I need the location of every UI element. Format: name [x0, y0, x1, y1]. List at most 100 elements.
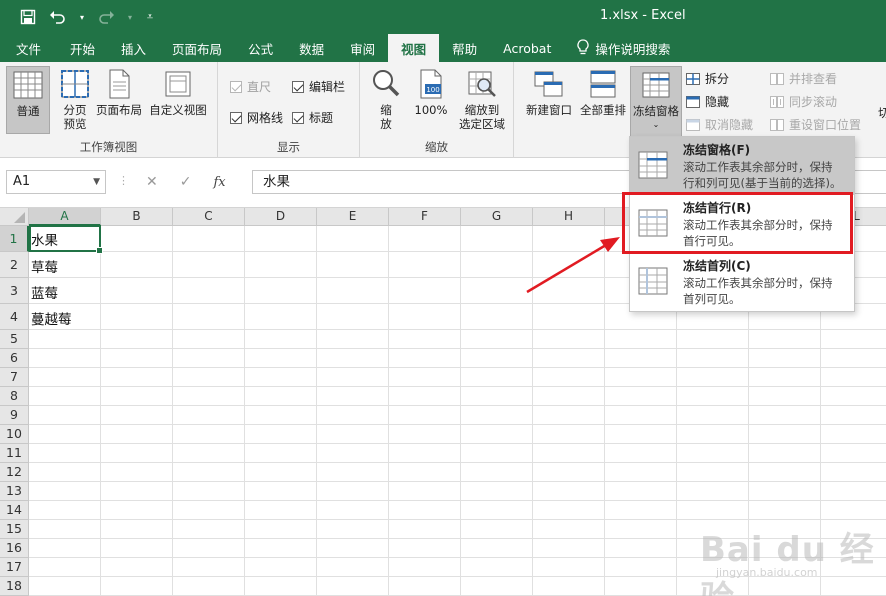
custom-views-button[interactable]: 自定义视图 [147, 66, 209, 132]
select-all-corner[interactable] [0, 208, 29, 226]
tab-formulas[interactable]: 公式 [235, 34, 286, 62]
name-box[interactable]: A1 ▼ [6, 170, 106, 194]
row-header-10[interactable]: 10 [0, 425, 29, 444]
new-window-button[interactable]: 新建窗口 [522, 66, 576, 132]
group-show: 直尺 编辑栏 网格线 标题 显示 [218, 62, 360, 158]
active-cell-border [29, 225, 103, 254]
grid-vline [316, 226, 317, 596]
reset-position-icon [770, 118, 784, 131]
window-title: 1.xlsx - Excel [600, 8, 686, 23]
menu-item-freeze-panes[interactable]: 冻结窗格(F) 滚动工作表其余部分时，保持 行和列可见(基于当前的选择)。 [630, 137, 854, 195]
new-window-icon [534, 71, 563, 97]
tab-help[interactable]: 帮助 [439, 34, 490, 62]
column-header-B[interactable]: B [101, 208, 173, 226]
tab-data[interactable]: 数据 [286, 34, 337, 62]
grid-vline [532, 226, 533, 596]
row-header-4[interactable]: 4 [0, 304, 29, 330]
tell-me-label: 操作说明搜索 [595, 41, 671, 57]
freeze-panes-desc-2: 行和列可见(基于当前的选择)。 [683, 176, 842, 190]
zoom-button[interactable]: 缩 放 [366, 66, 406, 132]
row-header-18[interactable]: 18 [0, 577, 29, 596]
zoom-label-2: 放 [380, 117, 392, 131]
grid-hline [29, 462, 886, 463]
column-header-A[interactable]: A [29, 208, 101, 226]
freeze-panes-button[interactable]: 冻结窗格 ⌄ [630, 66, 682, 138]
row-header-8[interactable]: 8 [0, 387, 29, 406]
row-header-14[interactable]: 14 [0, 501, 29, 520]
hide-label: 隐藏 [705, 95, 730, 109]
undo-icon[interactable] [48, 7, 68, 27]
row-header-1[interactable]: 1 [0, 226, 29, 252]
page-break-icon [61, 70, 89, 98]
row-header-6[interactable]: 6 [0, 349, 29, 368]
grid-hline [29, 348, 886, 349]
row-header-15[interactable]: 15 [0, 520, 29, 539]
unhide-button: 取消隐藏 [686, 116, 753, 133]
watermark-url: jingyan.baidu.com [716, 566, 818, 579]
row-header-12[interactable]: 12 [0, 463, 29, 482]
normal-view-button[interactable]: 普通 [6, 66, 50, 134]
row-header-5[interactable]: 5 [0, 330, 29, 349]
grid-hline [29, 405, 886, 406]
row-header-17[interactable]: 17 [0, 558, 29, 577]
freeze-panes-menu-icon [638, 151, 668, 179]
tab-acrobat[interactable]: Acrobat [490, 34, 564, 62]
tab-home[interactable]: 开始 [57, 34, 108, 62]
row-header-16[interactable]: 16 [0, 539, 29, 558]
red-highlight-box [622, 192, 853, 254]
formula-bar-checkbox[interactable]: 编辑栏 [292, 78, 345, 95]
zoom-100-button[interactable]: 100 100% [408, 66, 454, 132]
custom-views-icon [165, 71, 191, 97]
unhide-icon [686, 118, 700, 131]
zoom-to-selection-button[interactable]: 缩放到 选定区域 [454, 66, 510, 132]
title-bar: ▾ ▾ ⩡ 1.xlsx - Excel [0, 0, 886, 34]
group-workbook-views: 普通 分页 预览 页面布局 自定义视图 工作簿视图 [0, 62, 218, 158]
column-header-H[interactable]: H [533, 208, 605, 226]
column-header-E[interactable]: E [317, 208, 389, 226]
row-header-3[interactable]: 3 [0, 278, 29, 304]
tab-review[interactable]: 审阅 [337, 34, 388, 62]
page-layout-view-button[interactable]: 页面布局 [92, 66, 146, 132]
group-zoom: 缩 放 100 100% 缩放到 选定区域 缩放 [360, 62, 514, 158]
customize-qat-icon[interactable]: ⩡ [144, 7, 156, 27]
tab-page-layout[interactable]: 页面布局 [159, 34, 235, 62]
row-header-9[interactable]: 9 [0, 406, 29, 425]
split-button[interactable]: 拆分 [686, 70, 729, 87]
menu-item-freeze-first-column[interactable]: 冻结首列(C) 滚动工作表其余部分时，保持 首列可见。 [630, 253, 854, 311]
ribbon-tabs: 文件 开始 插入 页面布局 公式 数据 审阅 视图 帮助 Acrobat 操作说… [0, 34, 886, 62]
column-header-D[interactable]: D [245, 208, 317, 226]
insert-function-icon[interactable]: fx [213, 175, 225, 190]
hide-button[interactable]: 隐藏 [686, 93, 729, 110]
grid-vline [172, 226, 173, 596]
gridlines-checkbox[interactable]: 网格线 [230, 109, 283, 126]
switch-windows-button[interactable]: 切 [878, 104, 886, 121]
gridlines-check-box [230, 111, 242, 124]
column-header-F[interactable]: F [389, 208, 461, 226]
tab-view[interactable]: 视图 [388, 34, 440, 62]
synchronous-scrolling-button: 同步滚动 [770, 93, 837, 110]
cell-A4[interactable]: 蔓越莓 [31, 308, 72, 328]
arrange-all-button[interactable]: 全部重排 [576, 66, 630, 132]
grid-hline [29, 481, 886, 482]
cell-A3[interactable]: 蓝莓 [31, 282, 58, 302]
page-layout-icon [109, 69, 130, 99]
cell-A2[interactable]: 草莓 [31, 256, 58, 276]
normal-view-label: 普通 [16, 104, 40, 118]
split-label: 拆分 [705, 72, 730, 86]
name-box-dropdown-icon[interactable]: ▼ [93, 171, 100, 193]
tab-insert[interactable]: 插入 [108, 34, 159, 62]
formula-bar-grip-icon[interactable]: ⋮ [118, 174, 129, 187]
headings-checkbox[interactable]: 标题 [292, 109, 333, 126]
row-header-11[interactable]: 11 [0, 444, 29, 463]
row-header-7[interactable]: 7 [0, 368, 29, 387]
save-icon[interactable] [18, 7, 38, 27]
column-header-G[interactable]: G [461, 208, 533, 226]
tell-me-search[interactable]: 操作说明搜索 [564, 34, 683, 62]
freeze-first-column-icon [638, 267, 668, 295]
tab-file[interactable]: 文件 [0, 34, 57, 62]
row-header-2[interactable]: 2 [0, 252, 29, 278]
row-header-13[interactable]: 13 [0, 482, 29, 501]
undo-dropdown-icon[interactable]: ▾ [78, 7, 86, 27]
redo-dropdown-icon: ▾ [127, 12, 132, 22]
column-header-C[interactable]: C [173, 208, 245, 226]
